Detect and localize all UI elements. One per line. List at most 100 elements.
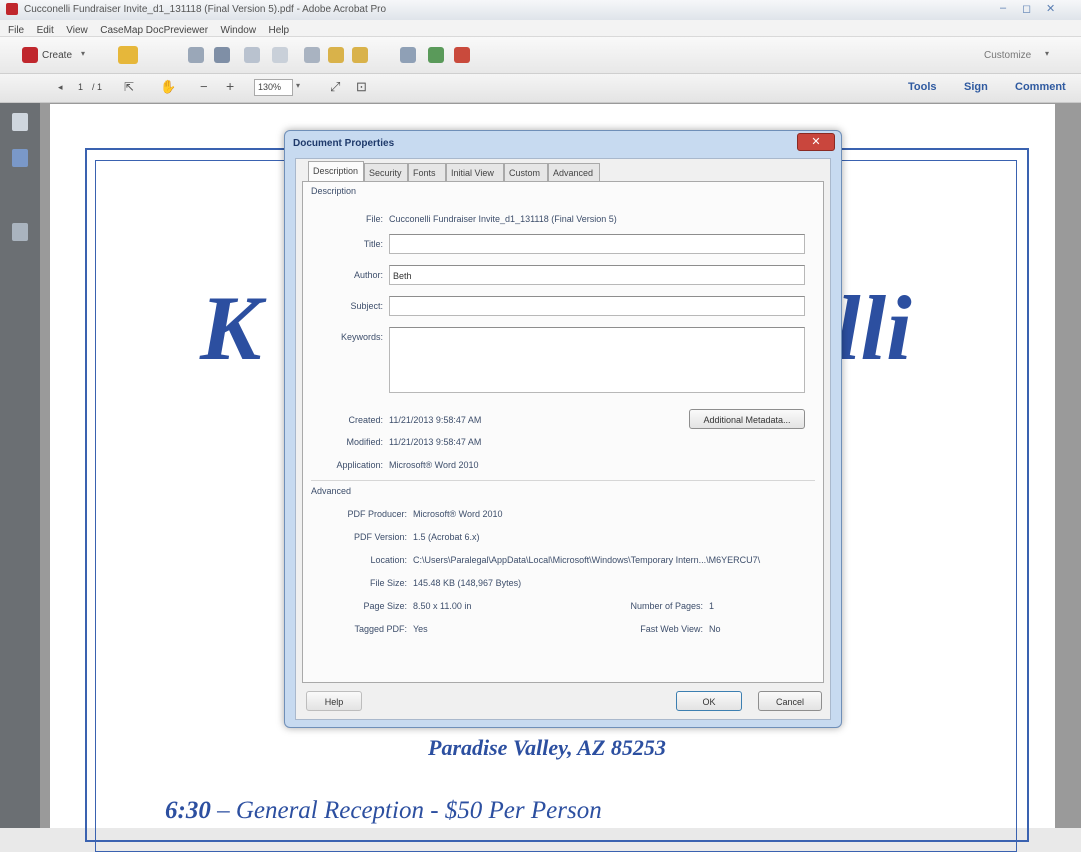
menu-bar: File Edit View CaseMap DocPreviewer Wind… (0, 20, 1081, 37)
upload-icon[interactable] (188, 47, 204, 63)
tagged-pdf-label: Tagged PDF: (354, 624, 407, 634)
comment-icon[interactable] (328, 47, 344, 63)
heading-right-fragment: lli (835, 277, 912, 379)
ok-button[interactable]: OK (676, 691, 742, 711)
comment-tab[interactable]: Comment (1015, 81, 1066, 93)
tools-tab[interactable]: Tools (908, 81, 937, 93)
tab-security[interactable]: Security (364, 163, 408, 181)
open-folder-icon[interactable] (118, 46, 138, 64)
address-line: Paradise Valley, AZ 85253 (428, 735, 666, 760)
highlight-icon[interactable] (352, 47, 368, 63)
menu-help[interactable]: Help (269, 25, 290, 36)
main-toolbar: Create ▾ Customize ▾ (0, 37, 1081, 74)
modified-label: Modified: (346, 437, 383, 447)
window-title: Cucconelli Fundraiser Invite_d1_131118 (… (24, 4, 387, 15)
page-number-input[interactable]: 1 (78, 82, 83, 92)
edit-icon[interactable] (244, 47, 260, 63)
location-value: C:\Users\Paralegal\AppData\Local\Microso… (413, 555, 761, 565)
title-bar: Cucconelli Fundraiser Invite_d1_131118 (… (0, 0, 1081, 21)
subject-field[interactable] (389, 296, 805, 316)
fast-web-view-value: No (709, 624, 721, 634)
tab-fonts[interactable]: Fonts (408, 163, 446, 181)
tagged-pdf-value: Yes (413, 624, 428, 634)
fast-web-view-label: Fast Web View: (640, 624, 703, 634)
attachments-icon[interactable] (12, 223, 28, 241)
author-label: Author: (353, 270, 383, 280)
file-value: Cucconelli Fundraiser Invite_d1_131118 (… (389, 214, 617, 224)
keywords-field[interactable] (389, 327, 805, 393)
menu-view[interactable]: View (66, 25, 88, 36)
acrobat-tool-icon[interactable] (454, 47, 470, 63)
document-properties-dialog: Document Properties ✕ Description Securi… (284, 130, 842, 728)
title-field[interactable] (389, 234, 805, 254)
author-value: Beth (393, 271, 412, 281)
create-button[interactable]: Create (42, 50, 72, 61)
pdf-producer-label: PDF Producer: (347, 509, 407, 519)
tab-description[interactable]: Description (308, 161, 364, 181)
page-thumbnails-icon[interactable] (12, 113, 28, 131)
additional-metadata-button[interactable]: Additional Metadata... (689, 409, 805, 429)
description-section-label: Description (311, 186, 357, 196)
modified-value: 11/21/2013 9:58:47 AM (389, 437, 482, 447)
close-window-button[interactable]: ✕ (1046, 2, 1055, 15)
maximize-button[interactable]: ◻ (1022, 2, 1031, 15)
sign-tab[interactable]: Sign (964, 81, 988, 93)
cancel-button[interactable]: Cancel (758, 691, 822, 711)
menu-casemap[interactable]: CaseMap DocPreviewer (100, 25, 208, 36)
customize-dropdown-icon[interactable]: ▾ (1045, 49, 1049, 58)
application-value: Microsoft® Word 2010 (389, 460, 479, 470)
created-value: 11/21/2013 9:58:47 AM (389, 415, 482, 425)
author-field[interactable]: Beth (389, 265, 805, 285)
menu-edit[interactable]: Edit (37, 25, 54, 36)
reception-time: 6:30 (165, 797, 211, 824)
prev-page-icon[interactable]: ◂ (58, 82, 63, 93)
print-icon[interactable] (214, 47, 230, 63)
num-pages-value: 1 (709, 601, 715, 611)
pdf-producer-value: Microsoft® Word 2010 (413, 509, 503, 519)
keywords-value (390, 333, 393, 343)
description-panel: Description File: Cucconelli Fundraiser … (302, 181, 824, 683)
hand-tool-icon[interactable]: ✋ (160, 79, 176, 95)
dialog-body: Description Security Fonts Initial View … (295, 158, 831, 720)
email-icon[interactable] (272, 47, 288, 63)
doc-icon[interactable] (400, 47, 416, 63)
subject-value (390, 302, 393, 312)
help-button[interactable]: Help (306, 691, 362, 711)
tab-advanced[interactable]: Advanced (548, 163, 600, 181)
export-icon[interactable] (428, 47, 444, 63)
zoom-in-icon[interactable]: + (226, 78, 234, 94)
customize-button[interactable]: Customize (984, 50, 1031, 61)
dialog-close-button[interactable]: ✕ (797, 133, 835, 151)
page-total: / 1 (92, 82, 103, 92)
heading-left-fragment: K (200, 277, 262, 379)
zoom-out-icon[interactable]: − (200, 79, 208, 94)
advanced-section-label: Advanced (311, 486, 352, 496)
acrobat-icon (6, 3, 18, 15)
settings-icon[interactable] (304, 47, 320, 63)
navigation-pane (0, 103, 40, 828)
select-tool-icon[interactable]: ⇱ (124, 80, 134, 94)
title-label: Title: (363, 239, 383, 249)
menu-file[interactable]: File (8, 25, 24, 36)
bookmarks-icon[interactable] (12, 149, 28, 167)
zoom-field[interactable]: 130% (254, 79, 293, 96)
navigation-toolbar: ◂ 1 / 1 ⇱ ✋ − + 130% ▾ ⤢ ⊡ Tools Sign Co… (0, 74, 1081, 103)
num-pages-label: Number of Pages: (630, 601, 703, 611)
pdf-version-label: PDF Version: (353, 532, 407, 542)
tab-initial-view[interactable]: Initial View (446, 163, 504, 181)
zoom-dropdown-icon[interactable]: ▾ (296, 81, 300, 90)
subject-label: Subject: (350, 301, 383, 311)
page-size-value: 8.50 x 11.00 in (413, 601, 472, 611)
pdf-version-value: 1.5 (Acrobat 6.x) (413, 532, 480, 542)
tab-custom[interactable]: Custom (504, 163, 548, 181)
keywords-label: Keywords: (340, 332, 383, 342)
file-label: File: (365, 214, 383, 224)
file-size-value: 145.48 KB (148,967 Bytes) (413, 578, 522, 588)
fit-width-icon[interactable]: ⤢ (330, 79, 340, 95)
create-dropdown-icon[interactable]: ▾ (81, 49, 85, 58)
file-size-label: File Size: (369, 578, 407, 588)
minimize-button[interactable]: – (1000, 2, 1006, 14)
dialog-title: Document Properties (293, 138, 395, 149)
menu-window[interactable]: Window (221, 25, 257, 36)
fit-page-icon[interactable]: ⊡ (356, 79, 367, 95)
